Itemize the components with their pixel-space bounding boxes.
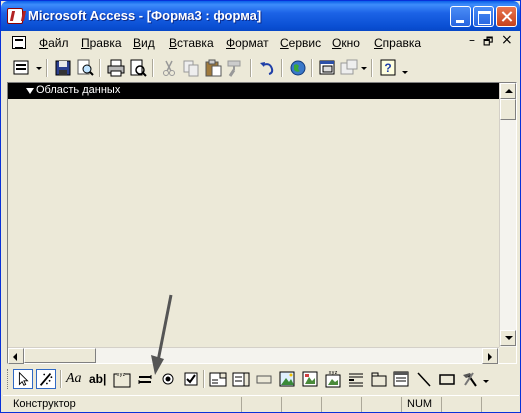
status-panel xyxy=(361,397,401,412)
vertical-scroll-thumb[interactable] xyxy=(500,99,516,120)
unbound-object-icon[interactable] xyxy=(300,369,320,389)
bound-object-icon[interactable]: xyz xyxy=(323,369,343,389)
scroll-left-button[interactable] xyxy=(8,348,24,364)
more-controls-icon[interactable] xyxy=(460,369,480,389)
image-icon[interactable] xyxy=(277,369,297,389)
toolbox-separator xyxy=(203,370,205,388)
menu-format[interactable]: Формат xyxy=(226,36,269,50)
svg-text:xyz: xyz xyxy=(328,370,337,376)
maximize-button[interactable] xyxy=(473,6,494,27)
web-icon[interactable] xyxy=(288,58,308,78)
access-window: Microsoft Access - [Форма3 : форма] Файл… xyxy=(0,0,521,413)
mdi-restore-button[interactable]: 🗗 xyxy=(483,33,493,52)
toolbox-separator xyxy=(60,370,62,388)
detail-section-label: Область данных xyxy=(36,84,121,96)
toolbar-separator xyxy=(46,59,48,77)
combo-box-icon[interactable] xyxy=(208,369,228,389)
print-icon[interactable] xyxy=(106,58,126,78)
status-bar: Конструктор NUM xyxy=(3,395,519,412)
status-panel xyxy=(321,397,361,412)
undo-icon[interactable] xyxy=(257,58,277,78)
toolbar-separator xyxy=(371,59,373,77)
svg-text:?: ? xyxy=(384,61,391,75)
print-preview-icon[interactable] xyxy=(128,58,148,78)
save-icon[interactable] xyxy=(53,58,73,78)
menu-insert[interactable]: Вставка xyxy=(169,36,214,50)
mdi-minimize-button[interactable]: – xyxy=(469,33,475,47)
menu-tools[interactable]: Сервис xyxy=(280,36,321,50)
scroll-up-button[interactable] xyxy=(500,83,516,99)
toolbox: Aa ab| xyz xyz xyxy=(5,365,518,393)
status-mode: Конструктор xyxy=(13,398,76,410)
num-lock-indicator: NUM xyxy=(407,398,433,410)
menu-file[interactable]: Файл xyxy=(39,36,69,50)
toolbox-options-arrow[interactable] xyxy=(483,380,489,383)
section-arrow-icon xyxy=(26,88,34,94)
toolbar-separator xyxy=(152,59,154,77)
textbox-icon[interactable]: ab| xyxy=(89,372,109,392)
tab-control-icon[interactable] xyxy=(369,369,389,389)
access-app-icon[interactable] xyxy=(7,8,23,24)
subform-icon[interactable] xyxy=(391,369,411,389)
svg-text:xyz: xyz xyxy=(116,372,125,378)
status-panel xyxy=(241,397,281,412)
option-group-icon[interactable]: xyz xyxy=(112,369,132,389)
mdi-close-button[interactable]: × xyxy=(501,32,513,48)
status-panel xyxy=(481,397,517,412)
toolbar-separator xyxy=(99,59,101,77)
menu-help[interactable]: Справка xyxy=(374,36,421,50)
help-icon[interactable]: ? xyxy=(378,58,398,78)
cut-icon[interactable] xyxy=(159,58,179,78)
menu-view[interactable]: Вид xyxy=(133,36,155,50)
vertical-scrollbar[interactable] xyxy=(499,83,516,347)
search-icon[interactable] xyxy=(75,58,95,78)
menu-bar: Файл Правка Вид Вставка Формат Сервис Ок… xyxy=(5,32,518,53)
menu-window[interactable]: Окно xyxy=(332,36,360,50)
control-wizards-icon[interactable] xyxy=(36,369,56,389)
build-dropdown-arrow[interactable] xyxy=(361,67,367,70)
scrollbar-corner xyxy=(499,347,516,363)
list-box-icon[interactable] xyxy=(231,369,251,389)
status-panel xyxy=(441,397,481,412)
detail-section-header[interactable]: Область данных xyxy=(8,83,499,99)
select-objects-icon[interactable] xyxy=(13,369,33,389)
properties-icon[interactable] xyxy=(317,58,337,78)
window-title: Microsoft Access - [Форма3 : форма] xyxy=(28,8,262,23)
close-button[interactable] xyxy=(496,6,517,27)
paste-icon[interactable] xyxy=(203,58,223,78)
toolbar-separator xyxy=(311,59,313,77)
toolbar-options-arrow[interactable] xyxy=(402,71,408,74)
horizontal-scroll-thumb[interactable] xyxy=(24,348,96,363)
toolbar-separator xyxy=(281,59,283,77)
title-bar[interactable]: Microsoft Access - [Форма3 : форма] xyxy=(1,1,520,31)
form-design-area[interactable]: Область данных xyxy=(7,82,517,364)
page-break-icon[interactable] xyxy=(346,369,366,389)
horizontal-scrollbar[interactable] xyxy=(8,347,499,364)
label-icon[interactable]: Aa xyxy=(66,371,86,391)
checkbox-icon[interactable] xyxy=(181,369,201,389)
form-design-toolbar: ? xyxy=(5,55,518,81)
option-button-icon[interactable] xyxy=(158,369,178,389)
form-system-menu-icon[interactable] xyxy=(12,36,26,49)
view-dropdown-arrow[interactable] xyxy=(36,67,42,70)
scroll-down-button[interactable] xyxy=(500,330,516,346)
toolbox-grip[interactable] xyxy=(7,369,10,389)
toolbar-separator xyxy=(250,59,252,77)
scroll-right-button[interactable] xyxy=(482,348,498,364)
command-button-icon[interactable] xyxy=(254,369,274,389)
menu-edit[interactable]: Правка xyxy=(81,36,122,50)
rectangle-icon[interactable] xyxy=(437,369,457,389)
form-view-icon[interactable] xyxy=(11,58,31,78)
minimize-button[interactable] xyxy=(450,6,471,27)
status-panel xyxy=(281,397,321,412)
copy-icon[interactable] xyxy=(181,58,201,78)
format-painter-icon[interactable] xyxy=(225,58,245,78)
line-icon[interactable] xyxy=(414,369,434,389)
toggle-button-icon[interactable] xyxy=(135,369,155,389)
build-icon[interactable] xyxy=(339,58,359,78)
